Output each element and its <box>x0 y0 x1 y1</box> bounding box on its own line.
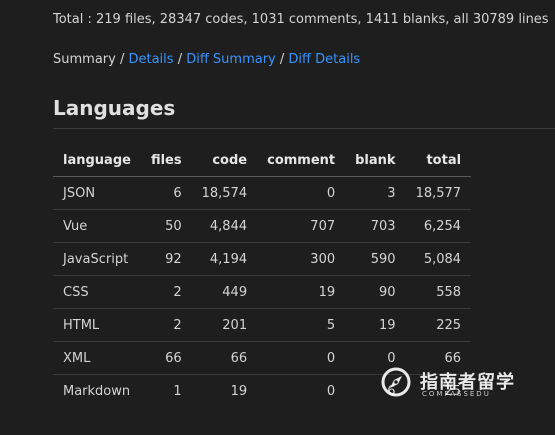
cell-blank: 703 <box>345 209 406 243</box>
cell-language: CSS <box>53 275 141 309</box>
nav-separator: / <box>173 52 187 67</box>
cell-total: 225 <box>405 308 472 342</box>
cell-code: 4,194 <box>191 242 258 276</box>
cell-total: 5,084 <box>405 242 472 276</box>
cell-language: XML <box>53 341 141 375</box>
compass-logo-icon <box>381 367 411 397</box>
report-nav: Summary / Details / Diff Summary / Diff … <box>53 52 360 67</box>
watermark: 指南者留学 COMPASSEDU <box>380 366 550 400</box>
totals-summary-text: Total : 219 files, 28347 codes, 1031 com… <box>53 12 549 27</box>
cell-comment: 0 <box>326 383 336 399</box>
cell-language: HTML <box>53 308 141 342</box>
nav-separator: / <box>115 52 129 67</box>
cell-files: 92 <box>140 242 192 276</box>
table-row: JSON 6 18,574 0 3 18,577 <box>53 176 472 210</box>
cell-total: 558 <box>405 275 472 309</box>
table-row: Vue 50 4,844 707 703 6,254 <box>53 209 472 243</box>
cell-files: 2 <box>140 275 192 309</box>
table-header-row: language files code comment blank total <box>53 144 472 177</box>
cell-comment: 5 <box>257 308 346 342</box>
cell-code: 19 <box>230 383 248 399</box>
languages-heading: Languages <box>53 96 176 120</box>
column-header-comment: comment <box>257 144 346 177</box>
cell-files: 2 <box>140 308 192 342</box>
cell-blank: 90 <box>345 275 406 309</box>
column-header-blank: blank <box>345 144 406 177</box>
table-row: HTML 2 201 5 19 225 <box>53 308 472 342</box>
cell-total: 18,577 <box>405 176 472 210</box>
nav-separator: / <box>275 52 289 67</box>
cell-files: 66 <box>140 341 192 375</box>
column-header-language: language <box>53 144 141 177</box>
nav-summary-current: Summary <box>53 52 116 67</box>
nav-link-details[interactable]: Details <box>128 52 173 67</box>
nav-link-diff-summary[interactable]: Diff Summary <box>186 52 276 67</box>
cell-comment: 300 <box>257 242 346 276</box>
cell-files: 1 <box>173 383 182 399</box>
column-header-code: code <box>191 144 258 177</box>
cell-code: 66 <box>191 341 258 375</box>
cell-code: 449 <box>191 275 258 309</box>
cell-files: 50 <box>140 209 192 243</box>
table-row: CSS 2 449 19 90 558 <box>53 275 472 309</box>
cell-blank: 19 <box>345 308 406 342</box>
cell-code: 18,574 <box>191 176 258 210</box>
cell-language: JSON <box>53 176 141 210</box>
cell-language: Vue <box>53 209 141 243</box>
column-header-files: files <box>140 144 192 177</box>
cell-total: 6,254 <box>405 209 472 243</box>
cell-code: 4,844 <box>191 209 258 243</box>
column-header-total: total <box>405 144 472 177</box>
cell-files: 6 <box>140 176 192 210</box>
cell-language: JavaScript <box>53 242 141 276</box>
cell-comment: 707 <box>257 209 346 243</box>
cell-language: Markdown <box>63 383 131 399</box>
cell-comment: 19 <box>257 275 346 309</box>
cell-comment: 0 <box>257 341 346 375</box>
cell-blank: 590 <box>345 242 406 276</box>
cell-blank: 3 <box>345 176 406 210</box>
nav-link-diff-details[interactable]: Diff Details <box>288 52 360 67</box>
cell-comment: 0 <box>257 176 346 210</box>
heading-divider <box>53 128 555 129</box>
watermark-subtitle: COMPASSEDU <box>422 390 491 398</box>
table-row: JavaScript 92 4,194 300 590 5,084 <box>53 242 472 276</box>
cell-code: 201 <box>191 308 258 342</box>
